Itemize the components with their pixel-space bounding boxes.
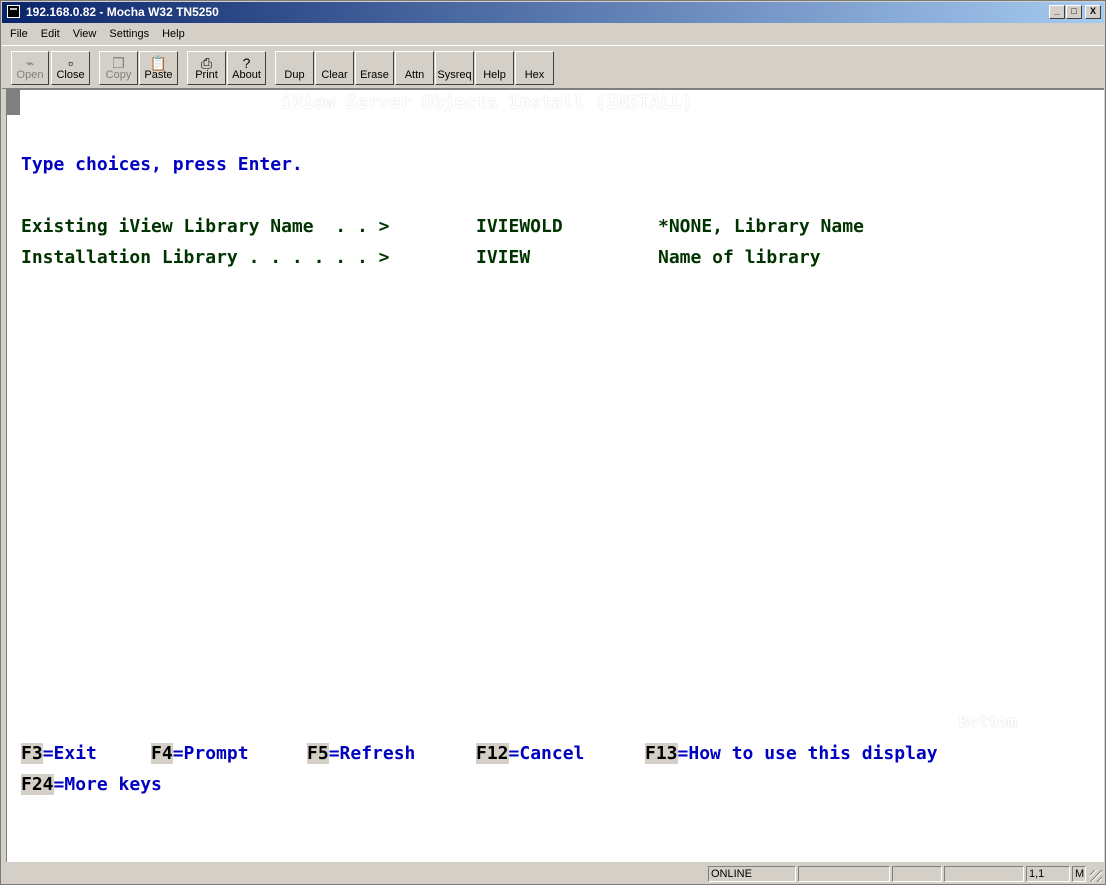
copy-icon: ❐ [112,55,125,71]
app-window: 192.168.0.82 - Mocha W32 TN5250 _ □ X Fi… [0,0,1106,885]
question-icon: ? [242,55,251,71]
menu-help[interactable]: Help [154,28,190,40]
paste-icon: 📋 [149,55,168,71]
maximize-button[interactable]: □ [1066,5,1082,19]
field-hint-install-library: Name of library [658,247,821,268]
copy-button[interactable]: ❐ Copy [99,51,138,85]
terminal-screen[interactable]: iView Server Objects Install (INSTALL) T… [6,89,1104,862]
fkey-f24[interactable]: F24=More keys [21,774,162,796]
fkey-f5[interactable]: F5=Refresh [307,743,415,765]
status-cell-empty-3 [944,866,1024,882]
instruction-text: Type choices, press Enter. [21,154,303,175]
field-install-library-input[interactable]: IVIEW [476,247,530,269]
connection-status: ONLINE [708,866,796,882]
close-window-button[interactable]: X [1085,5,1101,19]
about-button[interactable]: ? About [227,51,266,85]
terminal-icon [7,5,20,18]
dup-button[interactable]: Dup [275,51,314,85]
fkey-f13[interactable]: F13=How to use this display [645,743,938,765]
field-label-install-library: Installation Library . . . . . . > [21,247,390,268]
cursor-position: 1,1 [1026,866,1070,882]
menu-view[interactable]: View [65,28,102,40]
print-button[interactable]: ⎙ Print [187,51,226,85]
fkey-f3[interactable]: F3=Exit [21,743,97,765]
help-button[interactable]: Help [475,51,514,85]
printer-icon: ⎙ [200,55,213,71]
status-cell-empty-1 [798,866,890,882]
cursor [7,90,20,115]
input-mode: M [1072,866,1086,882]
fkey-f12[interactable]: F12=Cancel [476,743,584,765]
status-cell-empty-2 [892,866,942,882]
resize-grip-icon[interactable] [1090,870,1102,882]
open-icon: ⌁ [25,55,35,71]
toolbar: ⌁ Open ▫ Close ❐ Copy 📋 Paste ⎙ Print ? … [2,45,1104,89]
attn-button[interactable]: Attn [395,51,434,85]
close-button[interactable]: ▫ Close [51,51,90,85]
field-existing-library-input[interactable]: IVIEWOLD [476,216,563,238]
menu-bar: File Edit View Settings Help [2,24,1104,43]
close-connection-icon: ▫ [68,55,73,71]
menu-edit[interactable]: Edit [33,28,65,40]
status-bar: ONLINE 1,1 M [2,864,1104,884]
menu-settings[interactable]: Settings [101,28,154,40]
erase-button[interactable]: Erase [355,51,394,85]
paste-button[interactable]: 📋 Paste [139,51,178,85]
bottom-indicator: Bottom [959,712,1017,731]
screen-title: iView Server Objects Install (INSTALL) [281,92,693,113]
title-bar: 192.168.0.82 - Mocha W32 TN5250 _ □ X [2,2,1104,23]
menu-file[interactable]: File [2,28,33,40]
hex-button[interactable]: Hex [515,51,554,85]
field-label-existing-library: Existing iView Library Name . . > [21,216,390,237]
clear-button[interactable]: Clear [315,51,354,85]
sysreq-button[interactable]: Sysreq [435,51,474,85]
open-button[interactable]: ⌁ Open [11,51,49,85]
field-hint-existing-library: *NONE, Library Name [658,216,864,237]
minimize-button[interactable]: _ [1049,5,1065,19]
window-title: 192.168.0.82 - Mocha W32 TN5250 [26,5,219,19]
fkey-f4[interactable]: F4=Prompt [151,743,249,765]
